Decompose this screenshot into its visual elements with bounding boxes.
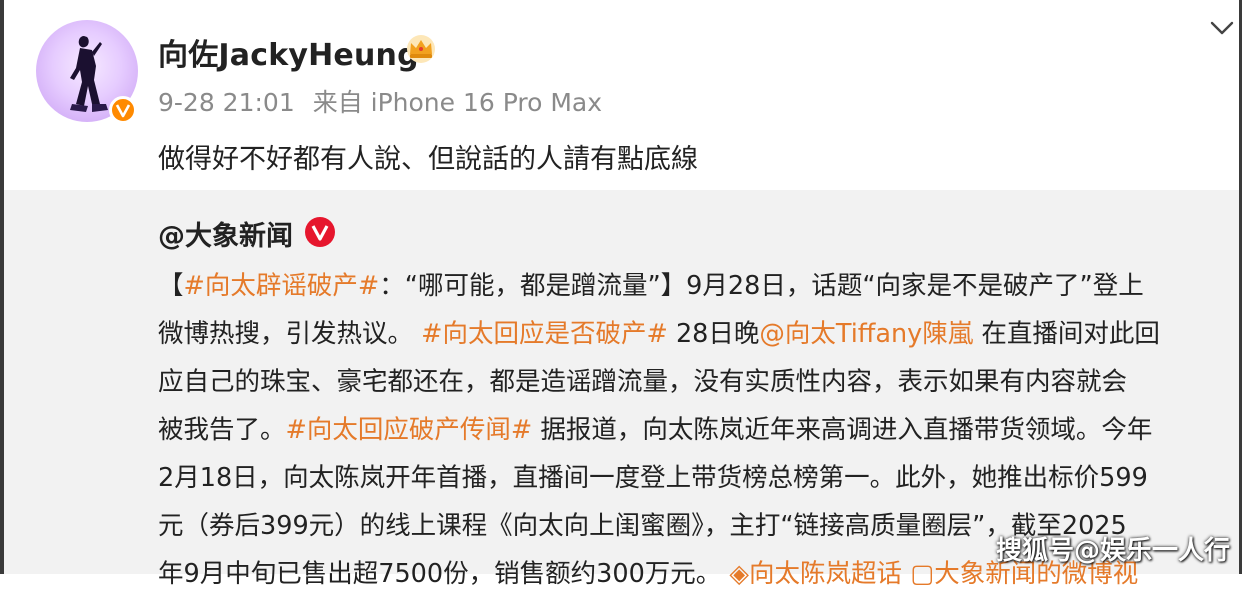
hashtag-link[interactable]: ◈向太陈岚超话 — [729, 559, 902, 589]
repost-author[interactable]: @大象新闻 — [158, 214, 293, 253]
watermark: 搜狐号@娱乐一人行 — [996, 536, 1231, 566]
author-name[interactable]: 向佐JackyHeung — [158, 30, 419, 74]
repost-line: 微博热搜，引发热议。 #向太回应是否破产# 28日晚@向太Tiffany陳嵐 在… — [158, 310, 1234, 358]
repost-text-segment: 微博热搜，引发热议。 — [158, 319, 422, 349]
post-timestamp[interactable]: 9-28 21:01 — [158, 88, 295, 117]
chevron-down-icon[interactable] — [1208, 16, 1236, 40]
repost-line: 【#向太辟谣破产#：“哪可能，都是蹭流量”】9月28日，话题“向家是不是破产了”… — [158, 262, 1234, 310]
hashtag-link[interactable]: @向太Tiffany陳嵐 — [759, 319, 973, 349]
repost-text-segment: 被我告了。 — [158, 415, 286, 445]
repost-text-segment: 2月18日，向太陈岚开年首播，直播间一度登上带货榜总榜第一。此外，她推出标价59… — [158, 463, 1148, 493]
repost-line: 2月18日，向太陈岚开年首播，直播间一度登上带货榜总榜第一。此外，她推出标价59… — [158, 454, 1234, 502]
repost-line: 应自己的珠宝、豪宅都还在，都是造谣蹭流量，没有实质性内容，表示如果有内容就会 — [158, 358, 1234, 406]
crown-icon[interactable] — [404, 34, 438, 64]
verified-badge-icon — [109, 96, 137, 124]
repost-text-segment — [902, 559, 910, 589]
repost-text-segment: 【 — [158, 271, 184, 301]
post-meta: 9-28 21:01 来自 iPhone 16 Pro Max — [158, 83, 602, 119]
hashtag-link[interactable]: #向太回应破产传闻# — [286, 415, 533, 445]
repost-text-segment: ：“哪可能，都是蹭流量”】9月28日，话题“向家是不是破产了”登上 — [379, 271, 1144, 301]
repost-line: 被我告了。#向太回应破产传闻# 据报道，向太陈岚近年来高调进入直播带货领域。今年 — [158, 406, 1234, 454]
repost-text-segment: 应自己的珠宝、豪宅都还在，都是造谣蹭流量，没有实质性内容，表示如果有内容就会 — [158, 367, 1128, 397]
hashtag-link[interactable]: #向太辟谣破产# — [184, 271, 380, 301]
repost-text-segment: 元（券后399元）的线上课程《向太向上闺蜜圈》，主打“链接高质量圈层”，截至20… — [158, 511, 1127, 541]
hashtag-link[interactable]: #向太回应是否破产# — [421, 319, 668, 349]
verified-red-icon — [305, 217, 335, 247]
repost-text-segment: 28日晚 — [667, 319, 760, 349]
repost-text-segment: 据报道，向太陈岚近年来高调进入直播带货领域。今年 — [532, 415, 1153, 445]
post-text: 做得好不好都有人說、但說話的人請有點底線 — [158, 144, 698, 175]
post-source: 来自 iPhone 16 Pro Max — [312, 88, 603, 117]
repost-text-segment: 在直播间对此回 — [973, 319, 1160, 349]
repost-card[interactable]: @大象新闻 【#向太辟谣破产#：“哪可能，都是蹭流量”】9月28日，话题“向家是… — [4, 190, 1239, 589]
repost-text-segment: 年9月中旬已售出超7500份，销售额约300万元。 — [158, 559, 730, 589]
